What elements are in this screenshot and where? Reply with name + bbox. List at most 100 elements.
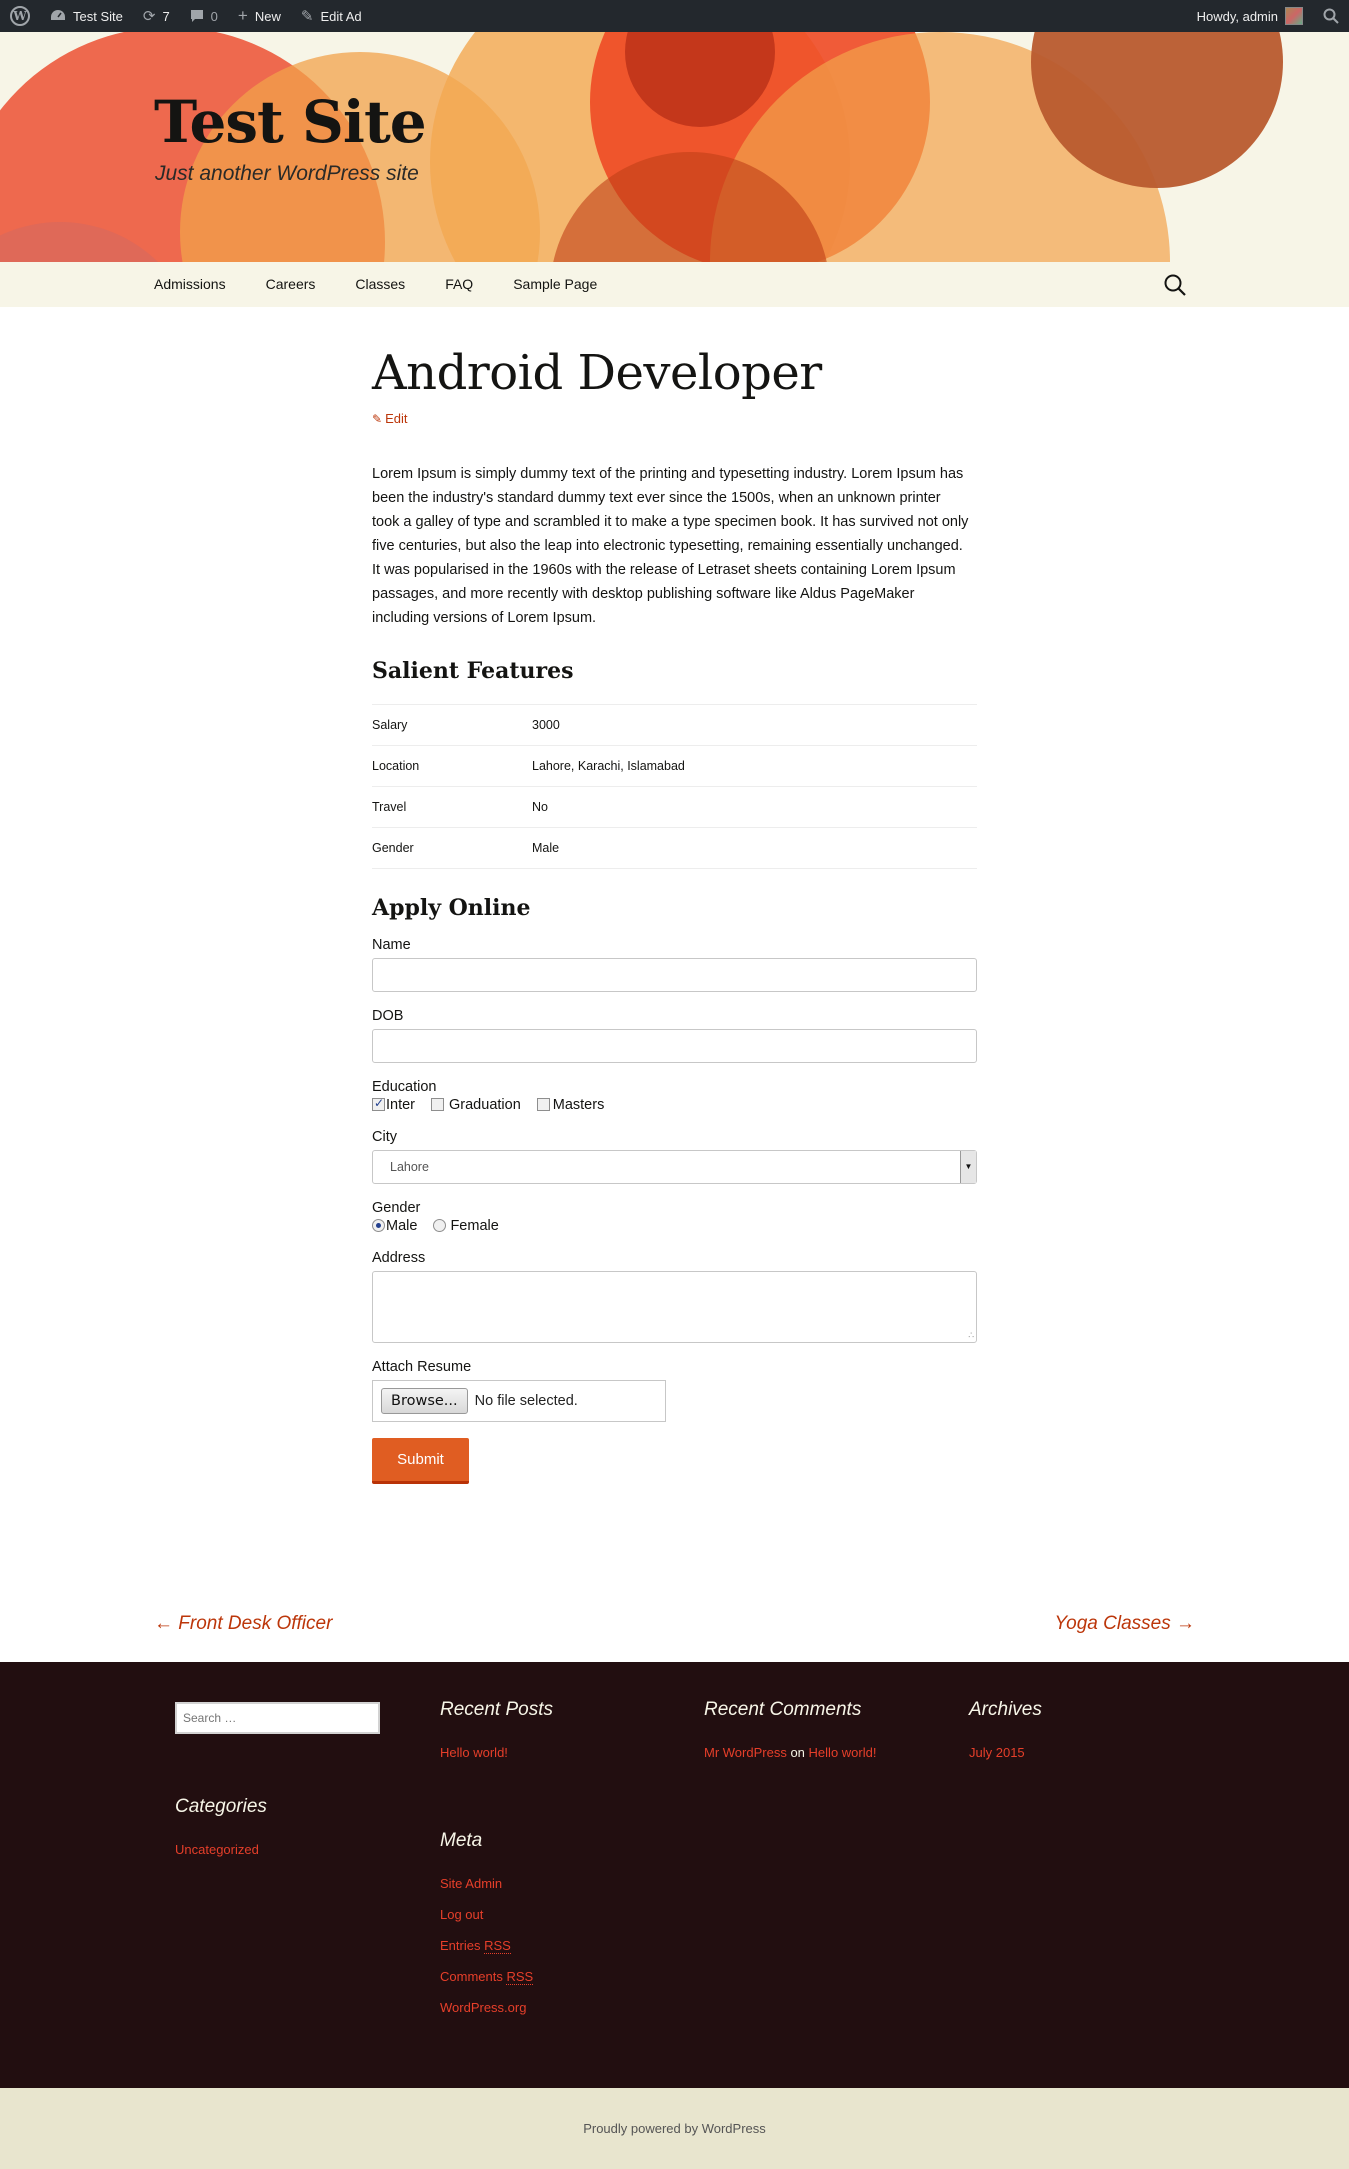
meta-title: Meta xyxy=(440,1830,483,1851)
education-graduation-checkbox[interactable] xyxy=(431,1098,445,1111)
my-account-menu[interactable]: Howdy, admin xyxy=(1187,0,1313,32)
admin-search[interactable] xyxy=(1313,0,1349,32)
comments-label: Comments xyxy=(440,1969,503,1984)
footer-search-input[interactable] xyxy=(175,1702,380,1734)
education-option-label: Graduation xyxy=(449,1096,521,1113)
meta-wordpress-org-link[interactable]: WordPress.org xyxy=(440,2000,526,2015)
resume-group: Attach Resume Browse... No file selected… xyxy=(372,1359,977,1422)
recent-post-link[interactable]: Hello world! xyxy=(440,1745,508,1760)
browse-button[interactable]: Browse... xyxy=(381,1387,468,1414)
pencil-icon: ✎ xyxy=(372,411,383,426)
greeting: Howdy, admin xyxy=(1196,8,1278,24)
gender-label: Gender xyxy=(372,1199,421,1216)
dob-label: DOB xyxy=(372,1007,404,1024)
wordpress-logo-menu[interactable]: W xyxy=(0,0,40,32)
categories-title: Categories xyxy=(175,1796,267,1817)
next-post-link[interactable]: Yoga Classes → xyxy=(1055,1613,1195,1635)
search-icon xyxy=(1323,8,1339,24)
city-label: City xyxy=(372,1128,397,1145)
address-label: Address xyxy=(372,1249,426,1266)
comment-on-text: on xyxy=(790,1745,805,1760)
chevron-down-icon[interactable]: ▼ xyxy=(960,1150,976,1183)
site-title[interactable]: Test Site xyxy=(154,88,427,156)
name-input[interactable] xyxy=(372,957,977,992)
edit-post-link[interactable]: ✎ Edit xyxy=(372,411,407,426)
nav-item-faq[interactable]: FAQ xyxy=(425,262,493,307)
feature-key: Gender xyxy=(372,826,532,869)
education-label: Education xyxy=(372,1078,437,1095)
recent-comments-title: Recent Comments xyxy=(704,1699,862,1720)
education-inter-checkbox[interactable] xyxy=(372,1096,385,1111)
features-table: Salary 3000 Location Lahore, Karachi, Isla… xyxy=(372,703,977,869)
edit-label: Edit xyxy=(385,411,408,426)
dob-group: DOB xyxy=(372,1008,977,1063)
table-row: Travel No xyxy=(372,785,977,827)
updates-icon: ⟳ xyxy=(142,8,156,25)
features-heading: Salient Features xyxy=(372,657,574,684)
comment-post-link[interactable]: Hello world! xyxy=(809,1745,877,1760)
address-textarea[interactable]: ∴ xyxy=(372,1270,977,1343)
feature-key: Travel xyxy=(372,785,532,827)
nav-item-classes[interactable]: Classes xyxy=(335,262,425,307)
main-navigation: Admissions Careers Classes FAQ Sample Pa… xyxy=(0,262,1349,307)
post-body: Lorem Ipsum is simply dummy text of the … xyxy=(372,465,969,626)
education-option-label: Masters xyxy=(552,1096,605,1113)
site-info-footer: Proudly powered by WordPress xyxy=(0,2088,1349,2169)
name-group: Name xyxy=(372,937,977,992)
meta-site-admin-link[interactable]: Site Admin xyxy=(440,1876,502,1891)
edit-ad-link[interactable]: ✎ Edit Ad xyxy=(291,0,372,32)
site-name-menu[interactable]: Test Site xyxy=(40,0,133,32)
comments-count: 0 xyxy=(210,8,218,24)
education-group: Education Inter Graduation Masters xyxy=(372,1079,977,1113)
category-link[interactable]: Uncategorized xyxy=(175,1842,259,1857)
updates-count: 7 xyxy=(162,8,170,24)
feature-value: No xyxy=(532,785,977,827)
table-row: Salary 3000 xyxy=(372,703,977,745)
education-option-label: Inter xyxy=(386,1096,416,1113)
file-status: No file selected. xyxy=(474,1392,578,1409)
avatar xyxy=(1285,7,1303,25)
comment-author-link[interactable]: Mr WordPress xyxy=(704,1745,787,1760)
updates-menu[interactable]: ⟳ 7 xyxy=(133,0,180,32)
education-masters-checkbox[interactable] xyxy=(536,1098,550,1111)
feature-value: Lahore, Karachi, Islamabad xyxy=(532,744,977,786)
pencil-icon: ✎ xyxy=(300,8,314,25)
powered-by-link[interactable]: Proudly powered by WordPress xyxy=(583,2121,766,2136)
site-name-label: Test Site xyxy=(73,8,123,24)
entries-label: Entries xyxy=(440,1938,481,1953)
city-select[interactable]: Lahore ▼ xyxy=(372,1149,977,1184)
nav-item-careers[interactable]: Careers xyxy=(246,262,336,307)
comments-menu[interactable]: 0 xyxy=(180,0,228,32)
address-group: Address ∴ xyxy=(372,1250,977,1343)
admin-bar: W Test Site ⟳ 7 0 + New ✎ Edit Ad Howdy,… xyxy=(0,0,1349,32)
dob-input[interactable] xyxy=(372,1028,977,1063)
gender-male-radio[interactable] xyxy=(372,1219,385,1232)
dashboard-icon xyxy=(51,10,65,20)
search-icon[interactable] xyxy=(1163,273,1187,297)
new-content-menu[interactable]: + New xyxy=(228,0,291,32)
resume-label: Attach Resume xyxy=(372,1358,472,1375)
name-label: Name xyxy=(372,936,411,953)
feature-key: Location xyxy=(372,744,532,786)
feature-key: Salary xyxy=(372,703,532,745)
wordpress-icon: W xyxy=(10,6,30,26)
footer-widgets: Recent Posts Hello world! Recent Comment… xyxy=(0,1662,1349,2088)
recent-posts-title: Recent Posts xyxy=(440,1699,553,1720)
site-description: Just another WordPress site xyxy=(155,162,419,185)
recent-comment-item: Mr WordPress on Hello world! xyxy=(704,1745,876,1760)
gender-female-radio[interactable] xyxy=(433,1219,447,1232)
nav-item-admissions[interactable]: Admissions xyxy=(134,262,246,307)
edit-ad-label: Edit Ad xyxy=(320,8,362,24)
meta-log-out-link[interactable]: Log out xyxy=(440,1907,483,1922)
meta-comments-rss-link[interactable]: Comments RSS xyxy=(440,1969,534,1985)
table-row: Location Lahore, Karachi, Islamabad xyxy=(372,744,977,786)
archive-link[interactable]: July 2015 xyxy=(969,1745,1025,1760)
plus-icon: + xyxy=(237,6,248,25)
previous-post-link[interactable]: ← Front Desk Officer xyxy=(154,1613,332,1635)
gender-option-label: Male xyxy=(386,1217,418,1234)
meta-entries-rss-link[interactable]: Entries RSS xyxy=(440,1938,511,1954)
nav-item-sample-page[interactable]: Sample Page xyxy=(493,262,617,307)
site-header: Test Site Just another WordPress site xyxy=(0,32,1349,262)
resize-handle-icon[interactable]: ∴ xyxy=(968,1330,974,1341)
submit-button[interactable]: Submit xyxy=(372,1437,469,1484)
